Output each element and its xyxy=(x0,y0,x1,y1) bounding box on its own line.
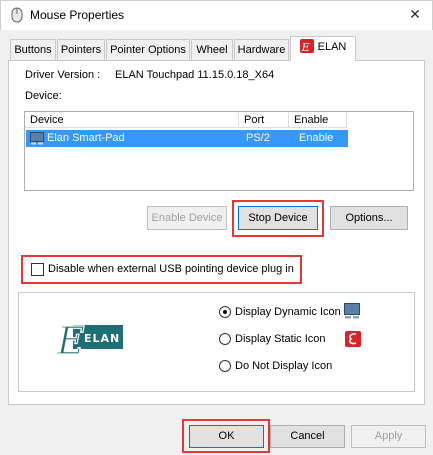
column-device[interactable]: Device xyxy=(25,112,239,128)
elan-static-icon-glyph xyxy=(349,333,357,345)
close-icon: ✕ xyxy=(409,6,421,22)
apply-button[interactable]: Apply xyxy=(351,425,426,448)
tab-wheel[interactable]: Wheel xyxy=(191,39,233,60)
device-label: Device: xyxy=(25,90,62,102)
elan-logo: E ELAN xyxy=(53,316,125,364)
tab-pointer-options[interactable]: Pointer Options xyxy=(106,39,190,60)
device-name: Elan Smart-Pad xyxy=(47,132,125,144)
tab-pointers[interactable]: Pointers xyxy=(57,39,105,60)
tab-label: Buttons xyxy=(14,44,52,56)
device-enable: Enable xyxy=(299,132,334,144)
elan-icon: E xyxy=(299,39,314,54)
radio-display-dynamic-icon[interactable] xyxy=(219,306,231,318)
elan-logo-text: ELAN xyxy=(84,332,121,345)
tab-buttons[interactable]: Buttons xyxy=(10,39,56,60)
tab-label: ELAN xyxy=(317,41,347,53)
enable-device-button[interactable]: Enable Device xyxy=(147,206,227,230)
radio-display-static-icon[interactable] xyxy=(219,333,231,345)
display-dynamic-icon-label[interactable]: Display Dynamic Icon xyxy=(235,306,341,318)
do-not-display-icon-label[interactable]: Do Not Display Icon xyxy=(235,360,332,372)
display-static-icon-label[interactable]: Display Static Icon xyxy=(235,333,325,345)
ok-button[interactable]: OK xyxy=(189,425,264,448)
tab-label: Pointer Options xyxy=(110,44,186,56)
device-port: PS/2 xyxy=(246,132,270,144)
tab-elan[interactable]: E ELAN xyxy=(290,36,356,61)
touchpad-icon xyxy=(30,132,44,145)
elan-icon xyxy=(345,331,361,347)
stop-device-button[interactable]: Stop Device xyxy=(238,206,318,230)
disable-usb-label[interactable]: Disable when external USB pointing devic… xyxy=(48,263,294,275)
tab-label: Hardware xyxy=(237,44,286,56)
tab-label: Pointers xyxy=(60,44,102,56)
column-enable[interactable]: Enable xyxy=(289,112,347,128)
tab-label: Wheel xyxy=(196,44,228,56)
radio-do-not-display-icon[interactable] xyxy=(219,360,231,372)
close-button[interactable]: ✕ xyxy=(403,4,427,24)
driver-version-label: Driver Version : xyxy=(25,69,101,81)
column-port[interactable]: Port xyxy=(239,112,289,128)
mouse-icon xyxy=(11,7,23,23)
device-list-header: Device Port Enable xyxy=(25,112,347,128)
window-title: Mouse Properties xyxy=(30,8,125,22)
tab-hardware[interactable]: Hardware xyxy=(234,39,289,60)
disable-usb-checkbox[interactable] xyxy=(31,263,44,276)
device-row-selected[interactable]: Elan Smart-Pad PS/2 Enable xyxy=(26,130,348,147)
driver-version-value: ELAN Touchpad 11.15.0.18_X64 xyxy=(115,69,275,81)
svg-text:E: E xyxy=(56,319,85,361)
touchpad-icon xyxy=(344,303,360,319)
options-button[interactable]: Options... xyxy=(330,206,408,230)
cancel-button[interactable]: Cancel xyxy=(270,425,345,448)
